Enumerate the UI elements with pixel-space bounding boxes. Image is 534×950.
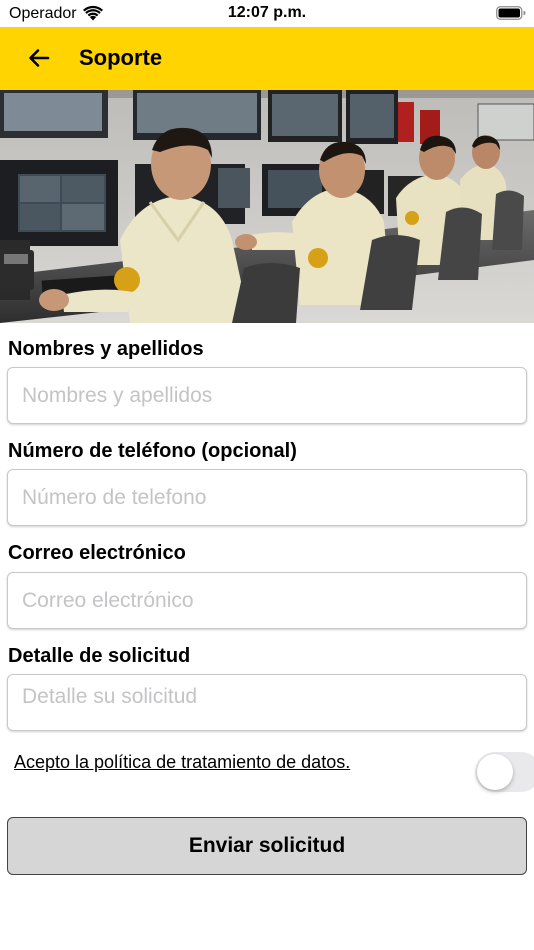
policy-accept-toggle[interactable] (475, 752, 534, 792)
name-input[interactable] (7, 367, 527, 424)
toggle-knob (477, 754, 513, 790)
status-bar: Operador 12:07 p.m. (0, 0, 534, 27)
name-label: Nombres y apellidos (8, 338, 204, 360)
arrow-back-icon (29, 49, 50, 67)
support-hero-image (0, 90, 534, 323)
email-label: Correo electrónico (8, 542, 186, 564)
battery-icon (496, 6, 526, 20)
submit-request-button[interactable]: Enviar solicitud (7, 817, 527, 875)
detail-textarea[interactable] (7, 674, 527, 731)
phone-input[interactable] (7, 469, 527, 526)
detail-label: Detalle de solicitud (8, 645, 191, 667)
navigation-bar: Soporte (0, 27, 534, 90)
data-policy-link[interactable]: Acepto la política de tratamiento de dat… (14, 752, 350, 773)
back-button[interactable] (22, 41, 56, 75)
email-input[interactable] (7, 572, 527, 629)
phone-label: Número de teléfono (opcional) (8, 440, 297, 462)
page-title: Soporte (79, 45, 163, 70)
clock: 12:07 p.m. (227, 4, 307, 21)
